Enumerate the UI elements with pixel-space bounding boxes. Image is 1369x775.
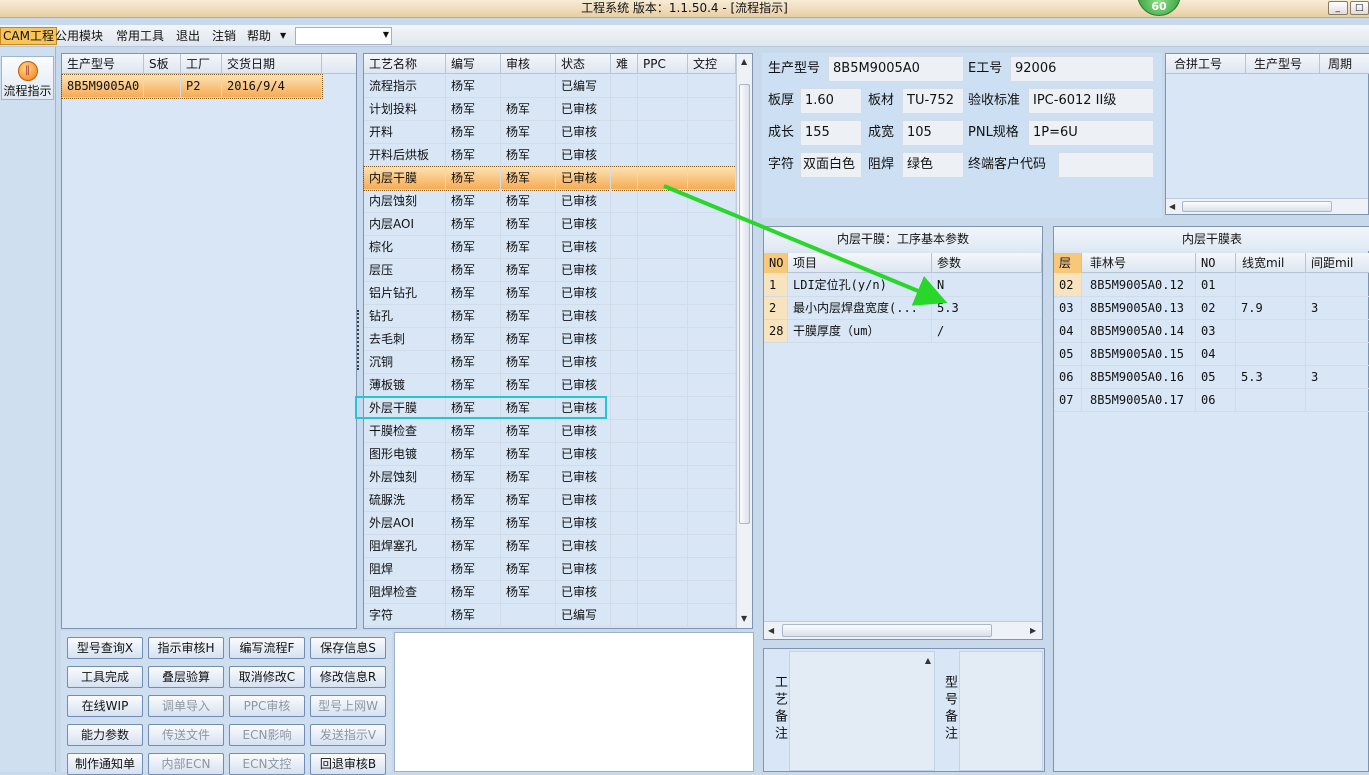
annotation-arrow — [0, 0, 1369, 772]
arrow-line — [664, 186, 940, 300]
